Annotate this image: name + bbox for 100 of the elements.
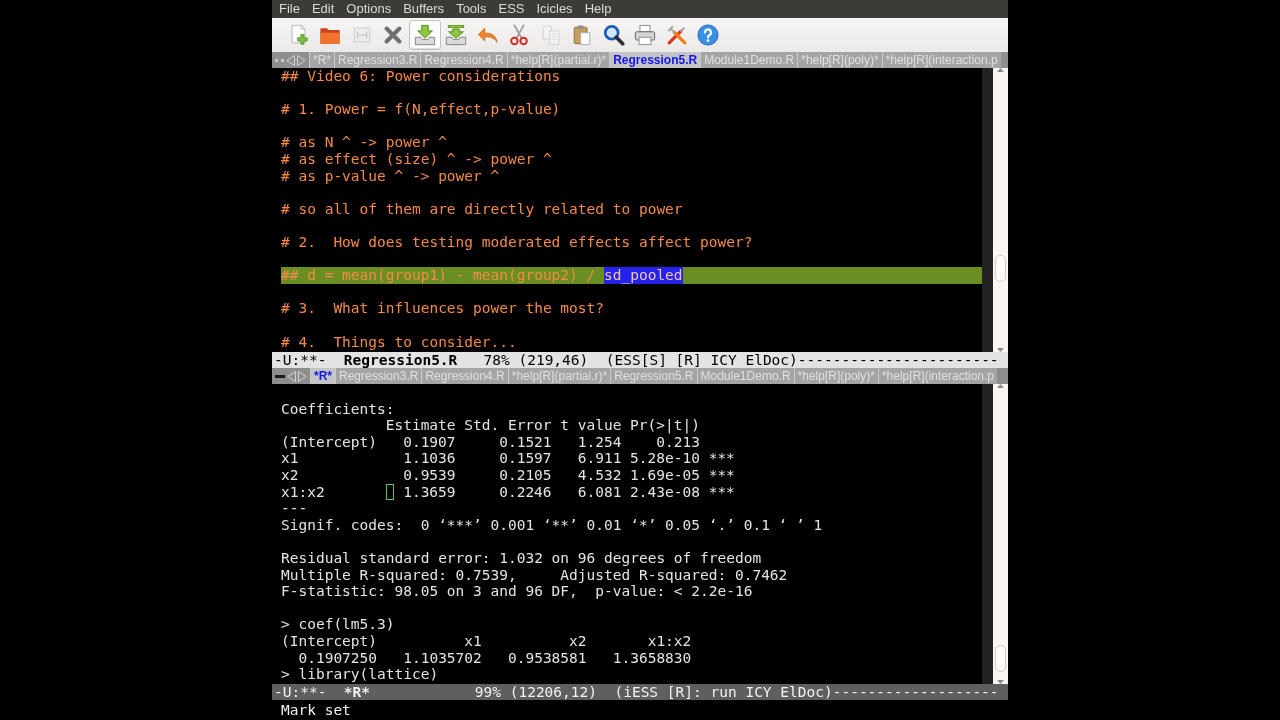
close-icon — [382, 24, 405, 46]
scrollbar[interactable] — [993, 68, 1008, 352]
search-icon — [602, 24, 625, 46]
table-cell: 0.1521 — [499, 433, 552, 451]
console-line: Residual standard error: 1.032 on 96 degrees of freedom — [281, 549, 762, 567]
signif-code: *** — [708, 466, 735, 484]
tab[interactable]: Regression5.R — [610, 368, 697, 384]
tab[interactable]: Module1Demo.R — [696, 368, 794, 384]
menu-item[interactable]: Buffers — [397, 0, 451, 18]
console-line: --- — [281, 500, 308, 517]
table-cell: 1.1036 — [403, 450, 456, 467]
tools-icon — [665, 24, 688, 46]
down-arrow-icon[interactable] — [997, 347, 1004, 352]
buffer-name: *R* — [343, 683, 372, 700]
tab[interactable]: Regression4.R — [421, 368, 508, 384]
row-label: x1:x2 — [281, 483, 325, 501]
code-line: # 1. Power = f(N,effect,p-value) — [281, 101, 561, 118]
row-label: x1 — [281, 450, 299, 467]
table-cell: 2.43e-08 — [630, 483, 700, 501]
table-cell: 4.532 — [577, 466, 622, 484]
signif-code: *** — [708, 483, 735, 501]
code-line: # as effect (size) ^ -> power ^ — [281, 150, 552, 168]
menu-item[interactable]: ESS — [492, 0, 531, 18]
menu-item[interactable]: File — [273, 0, 306, 18]
tab[interactable]: *help[R](poly)* — [797, 52, 882, 68]
left-triangle-icon[interactable] — [286, 54, 295, 66]
scrollbar[interactable] — [993, 384, 1008, 684]
menu-item[interactable]: Tools — [450, 0, 493, 18]
tab[interactable]: Regression3.R — [335, 368, 422, 384]
tab[interactable]: *R* — [310, 368, 335, 384]
tab[interactable]: Regression3.R — [334, 52, 421, 68]
up-arrow-icon[interactable] — [997, 384, 1004, 388]
scrollbar-thumb[interactable] — [995, 255, 1006, 282]
tab[interactable]: *help[R](interaction.p — [877, 368, 997, 384]
buffer-status: -U:**- — [274, 351, 327, 368]
column-header: t value — [560, 417, 622, 434]
table-cell: 0.1597 — [499, 450, 552, 467]
row-label: x2 — [281, 466, 299, 484]
code-line: # 2. How does testing moderated effects affect power? — [281, 233, 753, 251]
table-cell: 6.081 — [577, 483, 622, 501]
table-cell: 6.911 — [577, 450, 622, 467]
cursor-position: 99% (12206,12) — [474, 683, 597, 700]
buffer-name: Regression5.R — [343, 351, 458, 368]
row-label: (Intercept) — [281, 433, 378, 451]
right-triangle-icon[interactable] — [298, 370, 307, 382]
table-cell: 0.9539 — [403, 466, 456, 484]
code-line: # 3. What influences power the most? — [281, 300, 604, 317]
help-icon — [697, 24, 720, 46]
echo-message: Mark set — [281, 702, 351, 718]
console-line: 0.1907250 1.1035702 0.9538581 1.3658830 — [297, 649, 692, 667]
menu-item[interactable]: Options — [340, 0, 398, 18]
down-arrow-icon[interactable] — [997, 679, 1004, 684]
column-header: Estimate — [385, 417, 456, 434]
tray-arrow-icon — [445, 24, 468, 46]
tray-arrow-icon — [413, 24, 436, 46]
console-line: (Intercept) x1 x2 x1:x2 — [281, 632, 692, 650]
code-line: ## d = mean(group1) - mean(group2) / — [281, 267, 596, 284]
column-header: Std. Error — [464, 417, 552, 434]
tab[interactable]: *help[R](interaction.p — [881, 52, 1001, 68]
mode-list: (ESS[S] [R] ICY ElDoc) — [605, 351, 798, 368]
mode-line-dashes: ------------------- — [832, 683, 999, 700]
table-cell: 1.3659 — [403, 483, 456, 501]
menu-item[interactable]: Help — [578, 0, 618, 18]
tab[interactable]: *R* — [309, 52, 334, 68]
tab[interactable]: *help[R](partial.r)* — [506, 52, 610, 68]
code-line: # 4. Things to consider... — [281, 333, 517, 351]
column-header: Pr(>|t|) — [630, 417, 700, 434]
printer-icon — [634, 24, 657, 46]
tab[interactable]: Module1Demo.R — [700, 52, 798, 68]
table-cell: 1.254 — [577, 433, 622, 451]
buffer-status: -U:**- — [274, 683, 327, 700]
menu-item[interactable]: Icicles — [530, 0, 579, 18]
table-cell: 0.2105 — [499, 466, 552, 484]
table-cell: 0.213 — [656, 433, 700, 451]
dash-icon[interactable] — [275, 374, 285, 378]
console-line: > library(lattice) — [281, 666, 439, 683]
table-cell: 0.1907 — [403, 433, 456, 451]
code-line: # as N ^ -> power ^ — [281, 134, 447, 151]
tab[interactable]: Regression5.R — [609, 52, 701, 68]
cursor-position: 78% (219,46) — [483, 351, 589, 368]
signif-code: *** — [708, 450, 735, 467]
table-cell: 5.28e-10 — [630, 450, 700, 467]
tab[interactable]: *help[R](partial.r)* — [507, 368, 611, 384]
tab[interactable]: *help[R](poly)* — [793, 368, 878, 384]
selected-text: sd_pooled — [604, 267, 683, 284]
code-line: # as p-value ^ -> power ^ — [281, 167, 500, 185]
scrollbar-thumb[interactable] — [995, 645, 1006, 672]
menu-item[interactable]: Edit — [305, 0, 341, 18]
console-line: F-statistic: 98.05 on 3 and 96 DF, p-value: < 2.2e-16 — [281, 583, 753, 600]
up-arrow-icon[interactable] — [997, 68, 1004, 72]
code-line: # so all of them are directly related to power — [281, 200, 683, 218]
mode-list: (iESS [R]: run ICY ElDoc) — [614, 683, 833, 700]
right-triangle-icon[interactable] — [297, 54, 306, 66]
table-cell: 1.69e-05 — [630, 466, 700, 484]
console-line: Multiple R-squared: 0.7539, Adjusted R-squared: 0.7462 — [281, 566, 788, 584]
scissors-icon — [508, 24, 531, 46]
tab[interactable]: Regression4.R — [420, 52, 507, 68]
dots-icon[interactable] — [275, 58, 284, 62]
table-cell: 0.2246 — [499, 483, 552, 501]
console-line: > coef(lm5.3) — [281, 616, 395, 633]
